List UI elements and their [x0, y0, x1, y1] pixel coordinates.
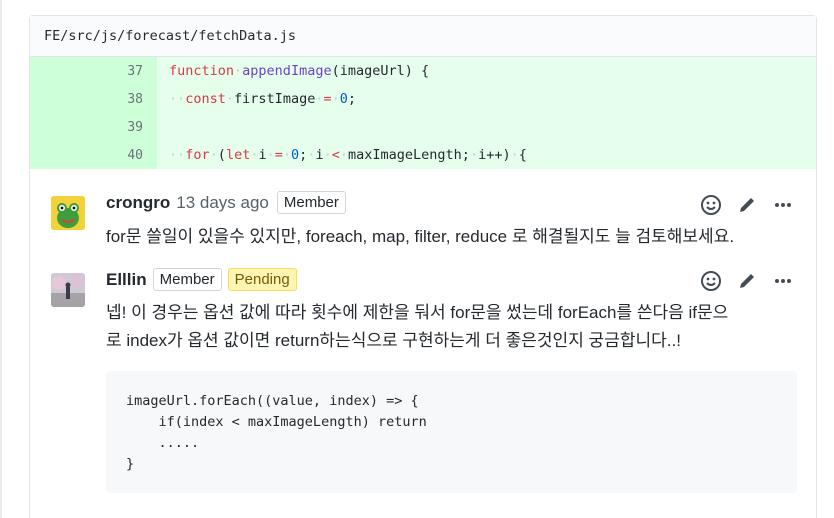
review-comment: Elllin Member Pending 넵! 이 경우는 옵션 값에 따라 … — [30, 16, 816, 516]
comment-body: 넵! 이 경우는 옵션 값에 따라 횟수에 제한을 둬서 for문을 썼는데 f… — [106, 299, 728, 355]
code-snippet-line: imageUrl.forEach((value, index) => { — [126, 393, 419, 409]
author-name[interactable]: Elllin — [106, 270, 147, 290]
member-badge: Member — [152, 268, 222, 291]
code-snippet-line: } — [126, 456, 135, 472]
comment-body-line: 로 index가 옵션 값이면 return하는식으로 구현하는게 더 좋은것인… — [106, 331, 681, 350]
comment-body-line: 넵! 이 경우는 옵션 값에 따라 횟수에 제한을 둬서 for문을 썼는데 f… — [106, 303, 729, 322]
pending-badge: Pending — [227, 268, 297, 291]
add-reaction-button[interactable] — [700, 270, 722, 292]
kebab-menu-icon — [775, 279, 791, 283]
code-snippet-line: if(index < maxImageLength) return — [126, 414, 427, 430]
edit-comment-button[interactable] — [736, 270, 758, 292]
comment-options-button[interactable] — [772, 270, 794, 292]
review-thread-panel: FE/src/js/forecast/fetchData.js 37 funct… — [29, 15, 817, 518]
code-snippet: imageUrl.forEach((value, index) => { if(… — [106, 371, 797, 493]
avatar[interactable] — [51, 273, 85, 307]
page-left-edge — [0, 0, 2, 518]
comment-actions — [700, 270, 794, 292]
code-snippet-line: ..... — [126, 435, 200, 451]
comment-header: Elllin Member Pending — [106, 268, 303, 291]
pencil-icon — [740, 274, 754, 288]
smiley-icon — [701, 271, 721, 291]
